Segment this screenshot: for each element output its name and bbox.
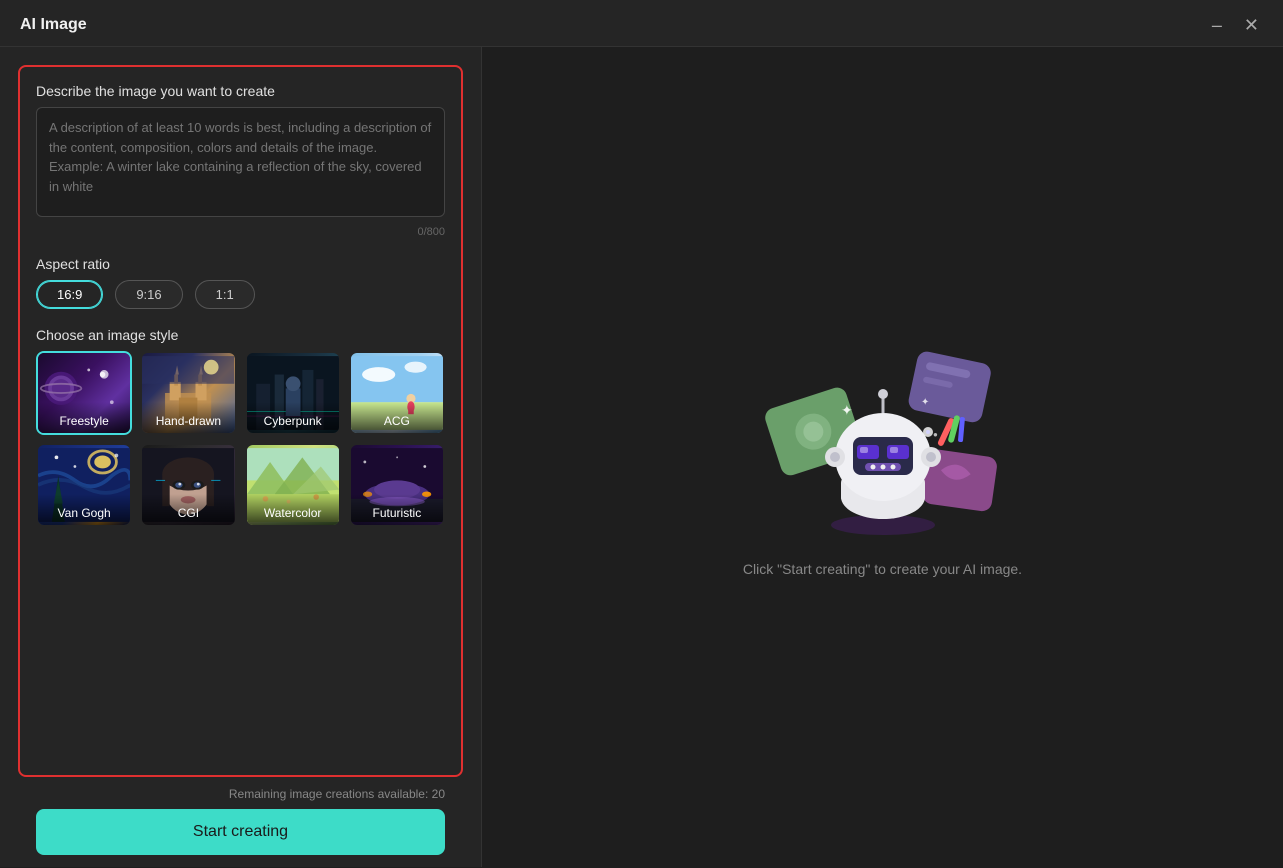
bottom-area: Remaining image creations available: 20 … [18,777,463,855]
start-creating-button[interactable]: Start creating [36,809,445,855]
svg-text:●: ● [933,430,938,439]
style-card-van-gogh[interactable]: Van Gogh [36,443,132,527]
svg-text:✦: ✦ [841,402,853,418]
style-label-hand-drawn: Hand-drawn [142,402,234,433]
style-card-acg[interactable]: ACG [349,351,445,435]
style-card-hand-drawn[interactable]: Hand-drawn [140,351,236,435]
prompt-textarea[interactable] [36,107,445,217]
style-label-freestyle: Freestyle [38,402,130,433]
style-label-acg: ACG [351,402,443,433]
aspect-btn-9-16[interactable]: 9:16 [115,280,182,309]
remaining-text: Remaining image creations available: 20 [36,787,445,801]
left-panel: Describe the image you want to create 0/… [0,47,482,867]
svg-text:✦: ✦ [921,397,929,408]
describe-section: Describe the image you want to create 0/… [36,83,445,238]
main-layout: Describe the image you want to create 0/… [0,47,1283,867]
aspect-ratio-section: Aspect ratio 16:9 9:16 1:1 [36,256,445,309]
style-card-cyberpunk[interactable]: Cyberpunk [245,351,341,435]
left-panel-inner: Describe the image you want to create 0/… [18,65,463,777]
describe-label: Describe the image you want to create [36,83,445,99]
window-title: AI Image [20,16,87,34]
style-label-cyberpunk: Cyberpunk [247,402,339,433]
style-grid: Freestyle [36,351,445,527]
style-card-cgi[interactable]: CGI [140,443,236,527]
title-bar-controls: – ✕ [1208,14,1263,36]
aspect-buttons: 16:9 9:16 1:1 [36,280,445,309]
style-card-futuristic[interactable]: Futuristic [349,443,445,527]
aspect-btn-1-1[interactable]: 1:1 [195,280,255,309]
style-label-cgi: CGI [142,494,234,525]
right-hint: Click "Start creating" to create your AI… [743,561,1022,577]
right-panel: ✦ ✦ ● Click "Start creating" to create y… [482,47,1283,867]
robot-illustration: ✦ ✦ ● [753,337,1013,537]
style-label-watercolor: Watercolor [247,494,339,525]
style-label-van-gogh: Van Gogh [38,494,130,525]
close-button[interactable]: ✕ [1240,14,1263,36]
title-bar: AI Image – ✕ [0,0,1283,47]
aspect-btn-16-9[interactable]: 16:9 [36,280,103,309]
image-style-section: Choose an image style [36,327,445,527]
style-label: Choose an image style [36,327,445,343]
aspect-ratio-label: Aspect ratio [36,256,445,272]
style-card-freestyle[interactable]: Freestyle [36,351,132,435]
style-label-futuristic: Futuristic [351,494,443,525]
style-card-watercolor[interactable]: Watercolor [245,443,341,527]
robot-svg: ✦ ✦ ● [753,337,1013,537]
minimize-button[interactable]: – [1208,14,1226,36]
char-count: 0/800 [36,226,445,238]
